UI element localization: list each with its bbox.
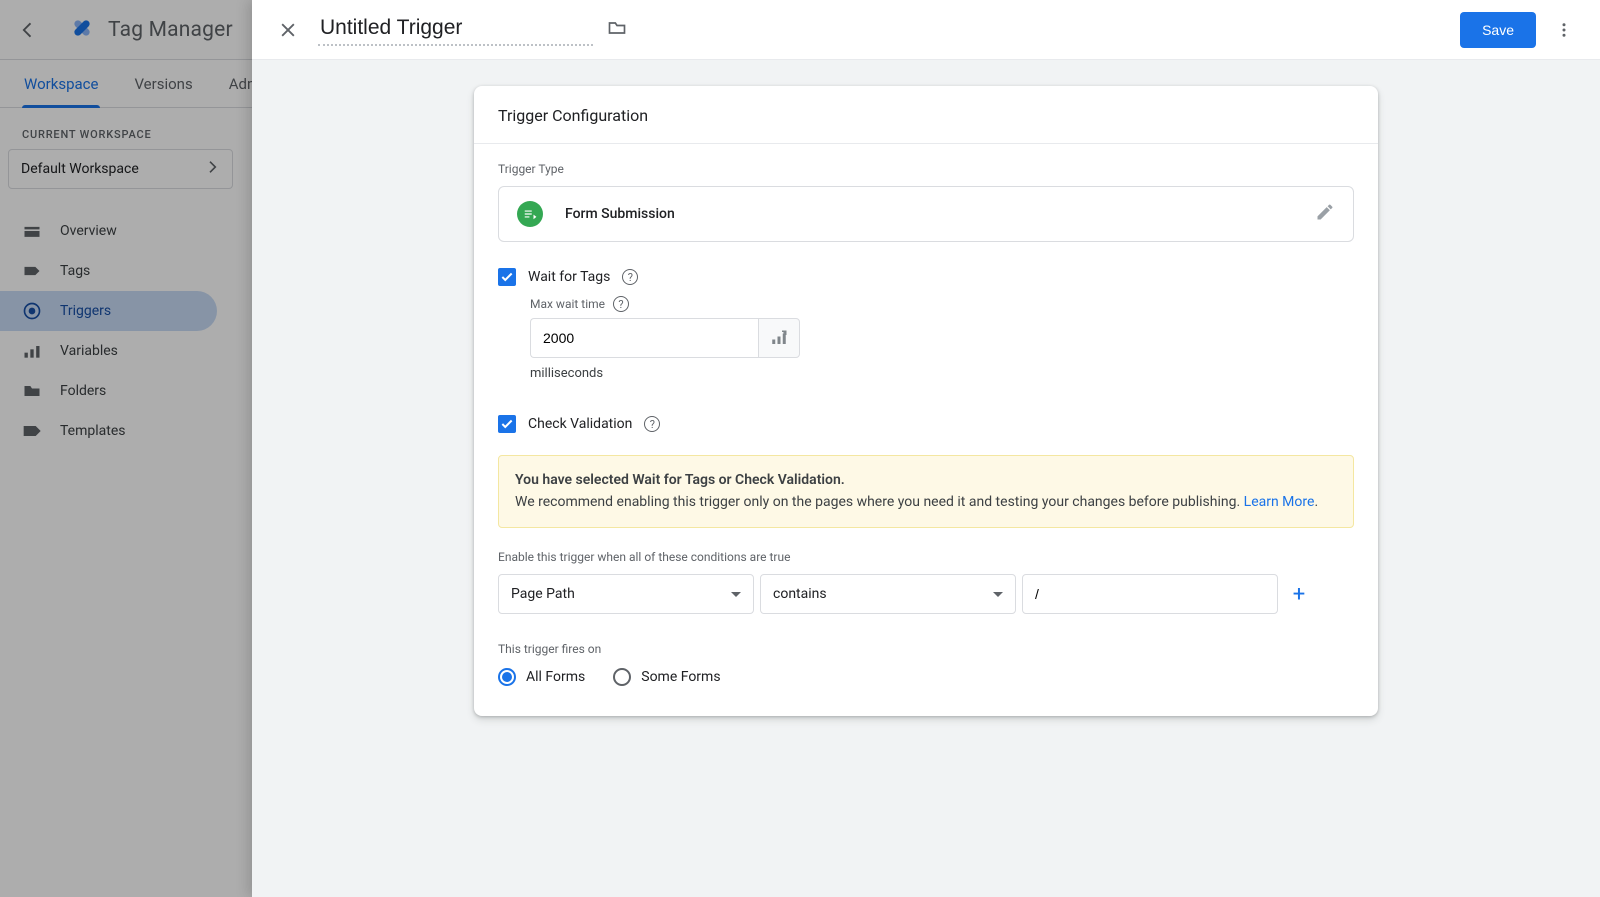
wait-for-tags-label: Wait for Tags <box>528 269 610 285</box>
radio-icon <box>613 668 631 686</box>
radio-some-forms[interactable]: Some Forms <box>613 668 720 686</box>
close-icon[interactable] <box>270 12 306 48</box>
condition-variable-select[interactable]: Page Path <box>498 574 754 614</box>
trigger-name-input[interactable] <box>318 14 593 46</box>
condition-operator-select[interactable]: contains <box>760 574 1016 614</box>
card-heading: Trigger Configuration <box>474 86 1378 144</box>
save-button[interactable]: Save <box>1460 12 1536 48</box>
check-validation-checkbox[interactable] <box>498 415 516 433</box>
max-wait-input[interactable] <box>530 318 758 358</box>
trigger-type-name: Form Submission <box>565 206 675 222</box>
condition-value-input[interactable] <box>1022 574 1278 614</box>
sidebar-item-label: Overview <box>60 223 117 239</box>
sidebar-item-templates[interactable]: Templates <box>0 411 217 451</box>
dropdown-icon <box>731 592 741 597</box>
info-text: We recommend enabling this trigger only … <box>515 494 1244 510</box>
radio-all-label: All Forms <box>526 669 585 685</box>
trigger-type-row[interactable]: Form Submission <box>498 186 1354 242</box>
workspace-name: Default Workspace <box>21 161 139 177</box>
back-arrow-icon[interactable] <box>16 18 40 42</box>
help-icon[interactable]: ? <box>644 416 660 432</box>
sidebar-item-label: Triggers <box>60 303 111 319</box>
fires-on-label: This trigger fires on <box>498 642 1354 656</box>
app-title: Tag Manager <box>108 18 233 42</box>
sidebar-item-variables[interactable]: Variables <box>0 331 217 371</box>
sidebar-item-label: Variables <box>60 343 118 359</box>
edit-icon[interactable] <box>1315 202 1335 226</box>
conditions-label: Enable this trigger when all of these co… <box>498 550 1354 564</box>
sidebar-item-label: Folders <box>60 383 106 399</box>
workspace-selector[interactable]: Default Workspace <box>8 149 233 189</box>
radio-all-forms[interactable]: All Forms <box>498 668 585 686</box>
radio-icon <box>498 668 516 686</box>
trigger-type-label: Trigger Type <box>498 162 1354 176</box>
add-condition-button[interactable]: + <box>1284 582 1314 607</box>
wait-for-tags-checkbox[interactable] <box>498 268 516 286</box>
radio-some-label: Some Forms <box>641 669 720 685</box>
condition-variable-value: Page Path <box>511 586 575 602</box>
info-bold: You have selected Wait for Tags or Check… <box>515 472 845 488</box>
sidebar-item-overview[interactable]: Overview <box>0 211 217 251</box>
gtm-logo-icon <box>68 14 96 46</box>
check-validation-label: Check Validation <box>528 416 632 432</box>
info-dot: . <box>1314 494 1318 510</box>
folder-icon[interactable] <box>607 18 627 42</box>
max-wait-unit: milliseconds <box>530 366 1354 381</box>
dropdown-icon <box>993 592 1003 597</box>
help-icon[interactable]: ? <box>613 296 629 312</box>
sidebar-item-tags[interactable]: Tags <box>0 251 217 291</box>
help-icon[interactable]: ? <box>622 269 638 285</box>
trigger-editor-panel: Save Trigger Configuration Trigger Type … <box>252 0 1600 897</box>
condition-operator-value: contains <box>773 586 827 602</box>
tab-versions[interactable]: Versions <box>132 75 194 107</box>
max-wait-label: Max wait time <box>530 297 605 311</box>
variable-picker-icon[interactable] <box>758 318 800 358</box>
more-menu-icon[interactable] <box>1546 12 1582 48</box>
sidebar-item-triggers[interactable]: Triggers <box>0 291 217 331</box>
info-banner: You have selected Wait for Tags or Check… <box>498 455 1354 528</box>
learn-more-link[interactable]: Learn More <box>1244 494 1315 510</box>
current-workspace-label: CURRENT WORKSPACE <box>0 128 241 149</box>
sidebar-item-folders[interactable]: Folders <box>0 371 217 411</box>
sidebar-item-label: Tags <box>60 263 90 279</box>
chevron-right-icon <box>204 159 220 179</box>
sidebar-item-label: Templates <box>60 423 126 439</box>
form-submission-icon <box>517 201 543 227</box>
tab-workspace[interactable]: Workspace <box>22 75 100 107</box>
